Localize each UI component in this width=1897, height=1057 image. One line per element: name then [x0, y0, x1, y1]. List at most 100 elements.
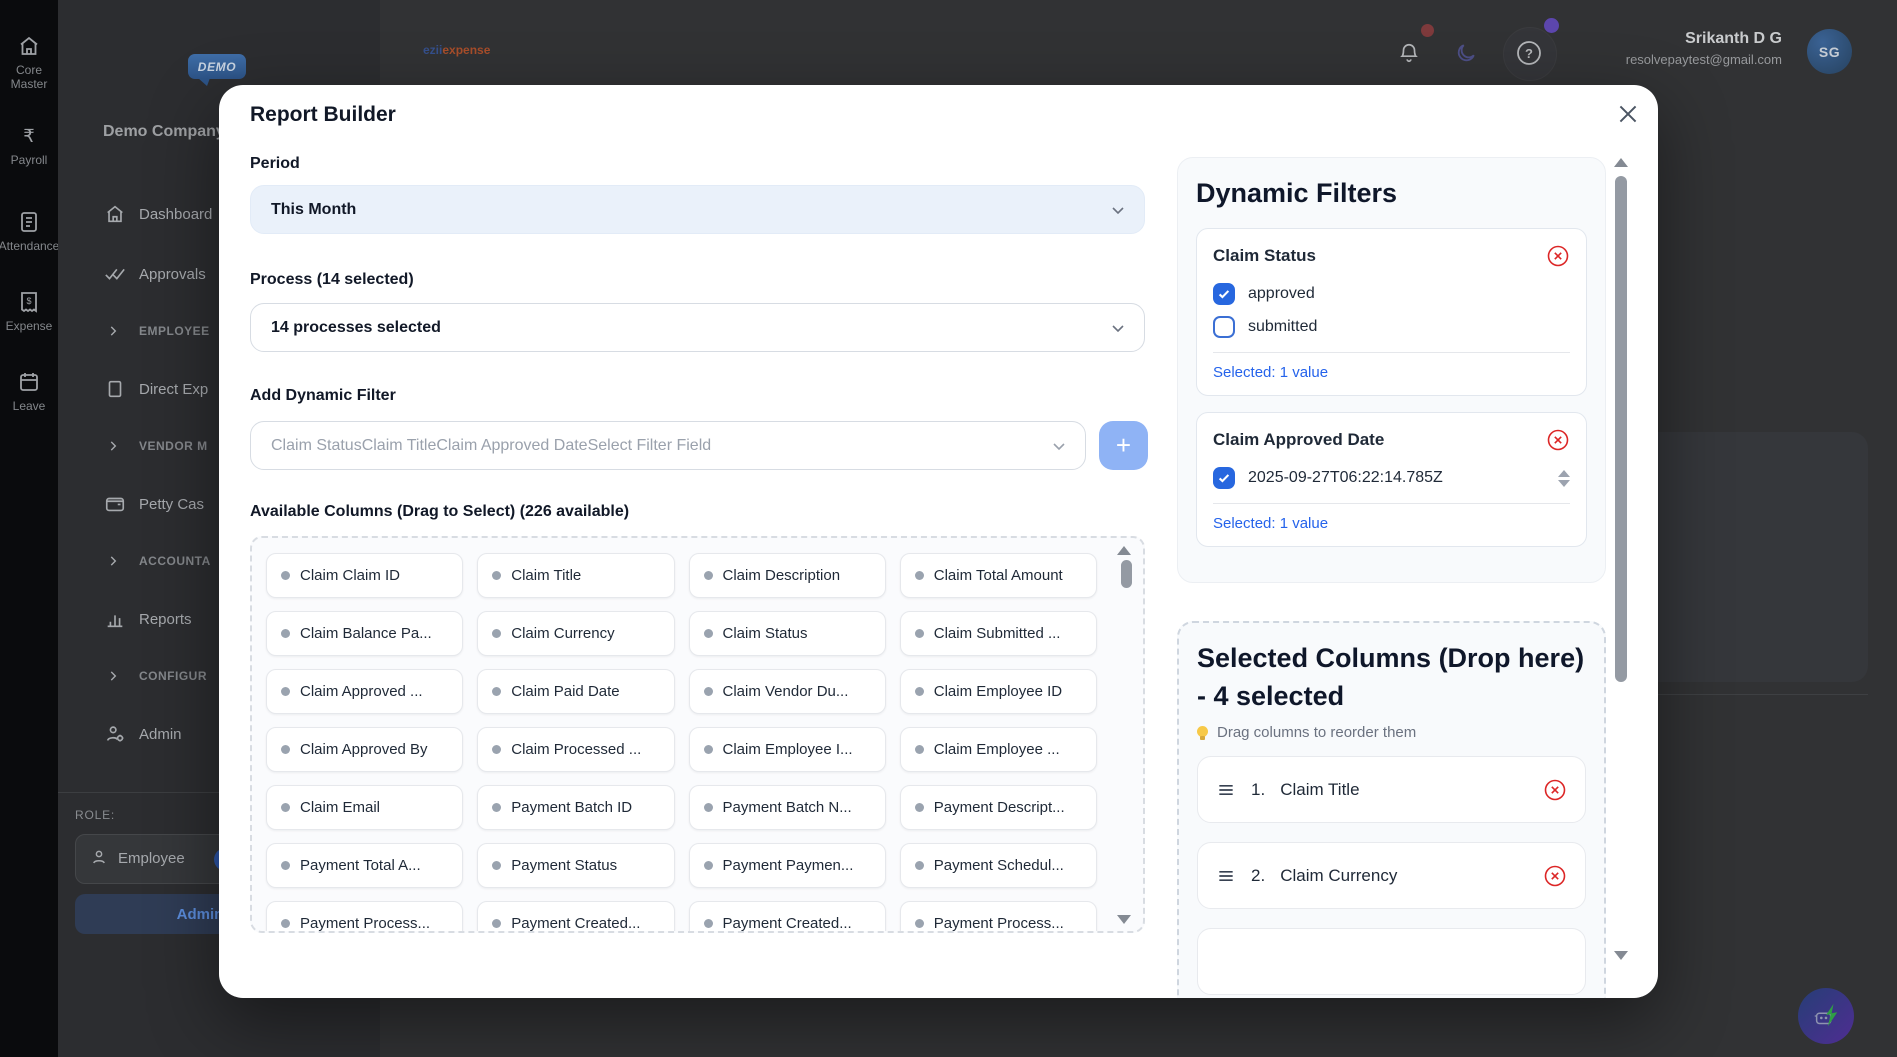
company-name: Demo Company — [103, 123, 225, 141]
drag-dot-icon — [704, 861, 713, 870]
column-chip-payment-created[interactable]: Payment Created... — [477, 901, 674, 933]
drag-dot-icon — [281, 861, 290, 870]
column-chip-claim-title[interactable]: Claim Title — [477, 553, 674, 598]
column-chip-claim-currency[interactable]: Claim Currency — [477, 611, 674, 656]
column-chip-claim-approved-by[interactable]: Claim Approved By — [266, 727, 463, 772]
drag-handle-icon[interactable] — [1216, 866, 1236, 886]
column-chip-claim-processed[interactable]: Claim Processed ... — [477, 727, 674, 772]
chevron-right-icon — [106, 439, 120, 453]
column-chip-claim-balance-pa[interactable]: Claim Balance Pa... — [266, 611, 463, 656]
drag-dot-icon — [704, 745, 713, 754]
scroll-down-icon[interactable] — [1117, 915, 1131, 924]
rail-item-payroll[interactable]: ₹ Payroll — [0, 124, 58, 167]
sort-arrows-icon[interactable] — [1558, 470, 1570, 487]
user-email: resolvepaytest@gmail.com — [1626, 52, 1782, 67]
filter-card-claim-approved-date: Claim Approved Date 2025-09-27T06:22:14.… — [1196, 412, 1587, 547]
selected-column-row-claim-currency[interactable]: 2. Claim Currency — [1197, 842, 1586, 909]
ai-assistant-fab[interactable] — [1798, 988, 1854, 1044]
dynamic-filter-select[interactable]: Claim StatusClaim TitleClaim Approved Da… — [250, 421, 1086, 470]
column-chip-claim-submitted[interactable]: Claim Submitted ... — [900, 611, 1097, 656]
dark-mode-moon-icon[interactable] — [1455, 42, 1477, 64]
column-chip-payment-schedul[interactable]: Payment Schedul... — [900, 843, 1097, 888]
scroll-up-icon[interactable] — [1117, 546, 1131, 555]
notification-dot — [1421, 24, 1434, 37]
selected-columns-panel: Selected Columns (Drop here) - 4 selecte… — [1177, 621, 1606, 998]
svg-text:$: $ — [26, 296, 31, 306]
expense-receipt-icon: $ — [17, 290, 41, 314]
double-check-icon — [104, 263, 126, 285]
app-rail: Core Master ₹ Payroll Attendance $ Expen… — [0, 0, 58, 1057]
columns-scrollbar-thumb[interactable] — [1121, 560, 1132, 588]
column-chip-claim-employee-id[interactable]: Claim Employee ID — [900, 669, 1097, 714]
remove-column-icon[interactable] — [1543, 864, 1567, 888]
drag-dot-icon — [492, 571, 501, 580]
drag-dot-icon — [915, 745, 924, 754]
selected-column-row-partial[interactable] — [1197, 928, 1586, 995]
column-chip-claim-vendor-du[interactable]: Claim Vendor Du... — [689, 669, 886, 714]
column-chip-claim-employee[interactable]: Claim Employee ... — [900, 727, 1097, 772]
column-chip-claim-claim-id[interactable]: Claim Claim ID — [266, 553, 463, 598]
column-chip-claim-email[interactable]: Claim Email — [266, 785, 463, 830]
selected-column-row-claim-title[interactable]: 1. Claim Title — [1197, 756, 1586, 823]
chevron-down-icon — [1110, 320, 1126, 336]
rail-item-expense[interactable]: $ Expense — [0, 290, 58, 333]
close-icon[interactable] — [1615, 101, 1641, 127]
drag-dot-icon — [915, 571, 924, 580]
avatar[interactable]: SG — [1807, 29, 1852, 74]
drag-dot-icon — [281, 745, 290, 754]
checkbox-unchecked[interactable] — [1213, 316, 1235, 338]
app-root: Core Master ₹ Payroll Attendance $ Expen… — [0, 0, 1897, 1057]
user-gear-icon — [104, 723, 126, 745]
rail-item-core-master[interactable]: Core Master — [0, 34, 58, 91]
dynamic-filters-title: Dynamic Filters — [1196, 174, 1587, 212]
modal-scroll-down-icon[interactable] — [1614, 951, 1628, 960]
column-chip-claim-employee-i[interactable]: Claim Employee I... — [689, 727, 886, 772]
period-select[interactable]: This Month — [250, 185, 1145, 234]
drag-dot-icon — [281, 629, 290, 638]
rail-item-attendance[interactable]: Attendance — [0, 210, 58, 253]
chevron-right-icon — [106, 669, 120, 683]
column-chip-payment-status[interactable]: Payment Status — [477, 843, 674, 888]
home-icon — [17, 34, 41, 58]
column-chip-payment-descript[interactable]: Payment Descript... — [900, 785, 1097, 830]
help-icon[interactable]: ? — [1516, 40, 1542, 66]
announcement-dot — [1544, 18, 1559, 33]
role-name: Employee — [118, 850, 185, 867]
drag-dot-icon — [704, 629, 713, 638]
user-menu[interactable]: Srikanth D G resolvepaytest@gmail.com — [1626, 30, 1782, 67]
column-chip-payment-process[interactable]: Payment Process... — [266, 901, 463, 933]
add-filter-button[interactable]: + — [1099, 421, 1148, 470]
column-chip-payment-paymen[interactable]: Payment Paymen... — [689, 843, 886, 888]
column-chip-claim-approved[interactable]: Claim Approved ... — [266, 669, 463, 714]
process-label: Process (14 selected) — [250, 271, 414, 289]
chevron-down-icon — [1051, 438, 1067, 454]
column-chip-claim-status[interactable]: Claim Status — [689, 611, 886, 656]
remove-column-icon[interactable] — [1543, 778, 1567, 802]
column-chip-payment-batch-id[interactable]: Payment Batch ID — [477, 785, 674, 830]
column-chip-payment-process[interactable]: Payment Process... — [900, 901, 1097, 933]
column-chip-payment-batch-n[interactable]: Payment Batch N... — [689, 785, 886, 830]
drag-dot-icon — [492, 687, 501, 696]
remove-filter-icon[interactable] — [1546, 428, 1570, 452]
remove-filter-icon[interactable] — [1546, 244, 1570, 268]
checkbox-checked[interactable] — [1213, 283, 1235, 305]
column-chip-payment-created[interactable]: Payment Created... — [689, 901, 886, 933]
chevron-right-icon — [106, 324, 120, 338]
filter-option: 2025-09-27T06:22:14.785Z — [1213, 465, 1570, 491]
drag-dot-icon — [281, 687, 290, 696]
column-chip-claim-description[interactable]: Claim Description — [689, 553, 886, 598]
modal-scrollbar-thumb[interactable] — [1615, 176, 1627, 682]
column-chip-payment-total-a[interactable]: Payment Total A... — [266, 843, 463, 888]
drag-dot-icon — [915, 687, 924, 696]
column-chip-claim-paid-date[interactable]: Claim Paid Date — [477, 669, 674, 714]
ai-robot-icon — [1811, 1001, 1841, 1031]
drag-dot-icon — [281, 919, 290, 928]
drag-handle-icon[interactable] — [1216, 780, 1236, 800]
notification-bell-icon[interactable] — [1398, 42, 1420, 64]
rail-item-leave[interactable]: Leave — [0, 370, 58, 413]
bar-chart-icon — [104, 608, 126, 630]
modal-scroll-up-icon[interactable] — [1614, 158, 1628, 167]
process-select[interactable]: 14 processes selected — [250, 303, 1145, 352]
checkbox-checked[interactable] — [1213, 467, 1235, 489]
column-chip-claim-total-amount[interactable]: Claim Total Amount — [900, 553, 1097, 598]
